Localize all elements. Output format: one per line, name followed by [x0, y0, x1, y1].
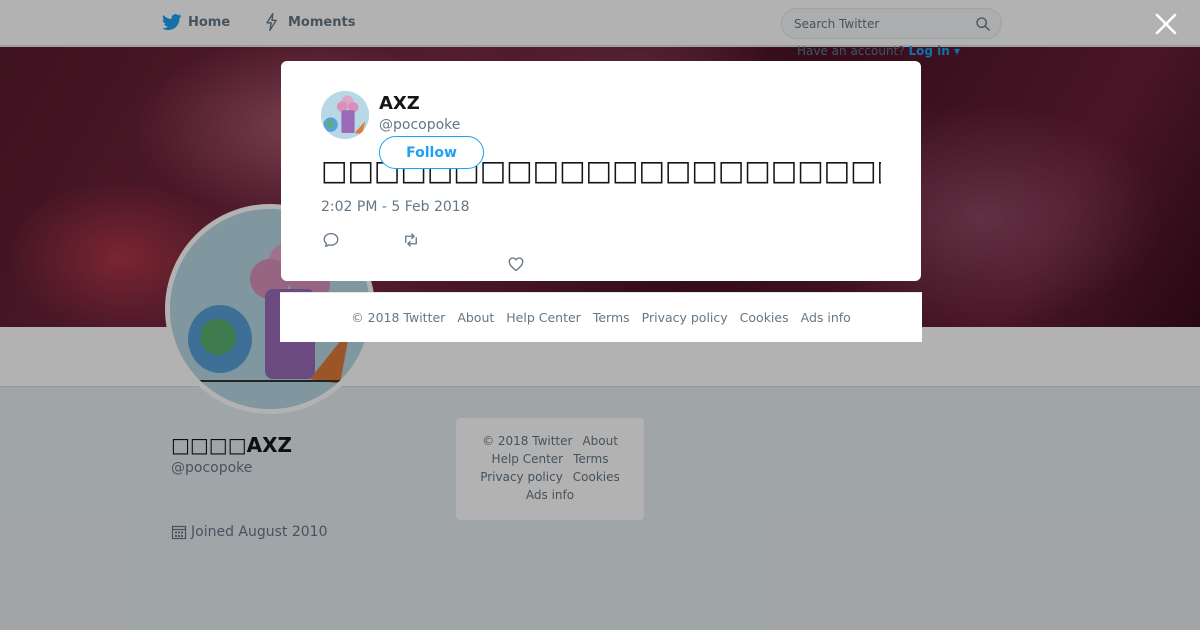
tweet-author-handle[interactable]: @pocopoke — [379, 117, 460, 133]
modal-footer-cookies[interactable]: Cookies — [740, 310, 789, 325]
tweet-author-avatar[interactable] — [321, 91, 369, 139]
tweet-modal: AXZ @pocopoke □□□□□□□□□□□□□□□□□□□□□□□□□□… — [281, 61, 921, 281]
reply-icon — [323, 232, 339, 248]
modal-footer-privacy-policy[interactable]: Privacy policy — [642, 310, 728, 325]
like-button[interactable] — [507, 255, 527, 275]
reply-button[interactable] — [322, 231, 342, 251]
modal-footer-about[interactable]: About — [457, 310, 494, 325]
tweet-author-avatar-image — [321, 91, 369, 139]
close-icon[interactable] — [1153, 11, 1179, 37]
follow-button[interactable]: Follow — [379, 136, 484, 169]
retweet-button[interactable] — [402, 231, 422, 251]
modal-footer-help-center[interactable]: Help Center — [506, 310, 581, 325]
modal-footer: © 2018 Twitter About Help Center Terms P… — [280, 292, 922, 342]
heart-icon — [508, 257, 524, 272]
modal-footer-terms[interactable]: Terms — [593, 310, 630, 325]
modal-footer-copyright: © 2018 Twitter — [351, 310, 446, 325]
retweet-icon — [405, 233, 417, 247]
tweet-author-name[interactable]: AXZ — [379, 93, 420, 114]
tweet-timestamp[interactable]: 2:02 PM - 5 Feb 2018 — [321, 199, 470, 215]
modal-footer-ads-info[interactable]: Ads info — [801, 310, 851, 325]
